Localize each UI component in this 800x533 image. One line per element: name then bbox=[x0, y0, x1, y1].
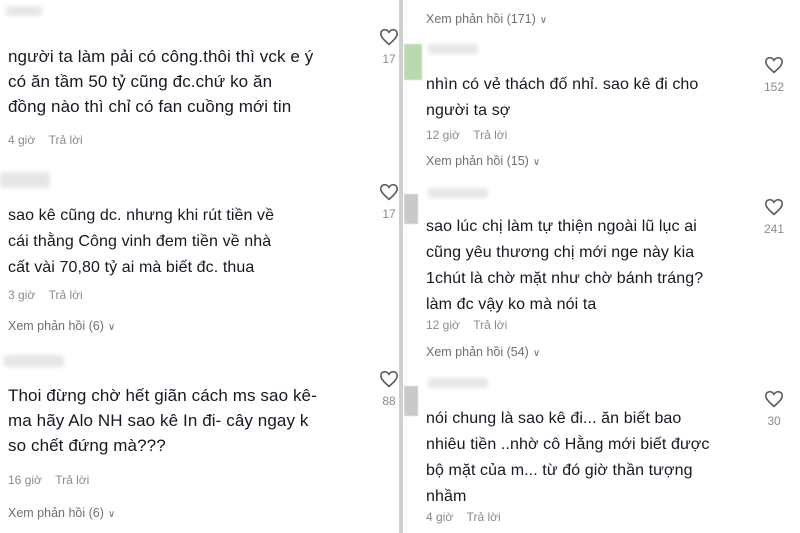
like-count: 152 bbox=[763, 80, 785, 94]
avatar[interactable] bbox=[404, 194, 418, 224]
redacted-username bbox=[6, 6, 42, 16]
redacted-username bbox=[428, 188, 488, 198]
redacted-avatar bbox=[0, 172, 50, 188]
comment-time: 4 giờ bbox=[8, 133, 36, 147]
comment-meta: 4 giờ Trả lời bbox=[8, 133, 83, 147]
like-button[interactable]: 152 bbox=[756, 56, 792, 94]
view-replies-label: Xem phản hồi (15) bbox=[426, 154, 529, 168]
view-replies-button[interactable]: Xem phản hồi (54) ∨ bbox=[426, 345, 540, 359]
comment-meta: 4 giờ Trả lời bbox=[426, 510, 501, 524]
panel-divider bbox=[399, 0, 403, 533]
like-button[interactable]: 17 bbox=[374, 28, 398, 66]
right-comment-panel: Xem phản hồi (171) ∨ nhìn có vẻ thách đố … bbox=[404, 0, 800, 533]
like-count: 30 bbox=[767, 414, 781, 428]
comment-text: người ta làm pải có công.thôi thì vck e … bbox=[8, 47, 314, 116]
heart-outline-icon bbox=[764, 390, 784, 408]
comment-text: nhìn có vẻ thách đố nhỉ. sao kê đi cho n… bbox=[426, 76, 699, 119]
like-button[interactable]: 17 bbox=[374, 183, 398, 221]
comment-meta: 16 giờ Trả lời bbox=[8, 473, 89, 487]
reply-link[interactable]: Trả lời bbox=[49, 133, 83, 147]
reply-link[interactable]: Trả lời bbox=[473, 128, 507, 142]
view-replies-label: Xem phản hồi (6) bbox=[8, 319, 104, 333]
heart-outline-icon bbox=[379, 370, 398, 388]
redacted-username bbox=[428, 378, 488, 388]
comment-text: sao kê cũng dc. nhưng khi rút tiền về cá… bbox=[8, 207, 275, 276]
like-count: 88 bbox=[382, 394, 396, 408]
comment-text: nói chung là sao kê đi... ăn biết bao nh… bbox=[426, 410, 710, 505]
heart-outline-icon bbox=[764, 198, 784, 216]
view-replies-label: Xem phản hồi (54) bbox=[426, 345, 529, 359]
comment-meta: 12 giờ Trả lời bbox=[426, 128, 507, 142]
comment-time: 12 giờ bbox=[426, 318, 460, 332]
comment-time: 16 giờ bbox=[8, 473, 42, 487]
like-button[interactable]: 30 bbox=[756, 390, 792, 428]
heart-outline-icon bbox=[764, 56, 784, 74]
view-replies-label: Xem phản hồi (171) bbox=[426, 12, 536, 26]
view-replies-button[interactable]: Xem phản hồi (6) ∨ bbox=[8, 319, 115, 333]
like-count: 17 bbox=[382, 52, 396, 66]
avatar[interactable] bbox=[404, 44, 422, 80]
view-replies-label: Xem phản hồi (6) bbox=[8, 506, 104, 520]
chevron-down-icon: ∨ bbox=[532, 157, 541, 168]
chevron-down-icon: ∨ bbox=[107, 322, 116, 333]
chevron-down-icon: ∨ bbox=[107, 509, 116, 520]
comment-time: 4 giờ bbox=[426, 510, 454, 524]
reply-link[interactable]: Trả lời bbox=[55, 473, 89, 487]
comment-time: 12 giờ bbox=[426, 128, 460, 142]
like-count: 17 bbox=[382, 207, 396, 221]
comment-text: sao lúc chị làm tự thiện ngoài lũ lục ai… bbox=[426, 218, 704, 313]
comment-meta: 12 giờ Trả lời bbox=[426, 318, 507, 332]
redacted-username bbox=[428, 44, 478, 54]
comment-time: 3 giờ bbox=[8, 288, 36, 302]
reply-link[interactable]: Trả lời bbox=[473, 318, 507, 332]
like-button[interactable]: 88 bbox=[374, 370, 398, 408]
view-replies-button[interactable]: Xem phản hồi (6) ∨ bbox=[8, 506, 115, 520]
like-count: 241 bbox=[763, 222, 785, 236]
view-replies-button[interactable]: Xem phản hồi (171) ∨ bbox=[426, 12, 547, 26]
heart-outline-icon bbox=[379, 183, 398, 201]
chevron-down-icon: ∨ bbox=[532, 348, 541, 359]
view-replies-button[interactable]: Xem phản hồi (15) ∨ bbox=[426, 154, 540, 168]
like-button[interactable]: 241 bbox=[756, 198, 792, 236]
avatar[interactable] bbox=[404, 386, 418, 416]
reply-link[interactable]: Trả lời bbox=[467, 510, 501, 524]
redacted-username bbox=[4, 355, 64, 367]
comment-meta: 3 giờ Trả lời bbox=[8, 288, 83, 302]
reply-link[interactable]: Trả lời bbox=[49, 288, 83, 302]
left-comment-panel: người ta làm pải có công.thôi thì vck e … bbox=[0, 0, 398, 533]
comment-text: Thoi đừng chờ hết giãn cách ms sao kê- m… bbox=[8, 386, 317, 455]
chevron-down-icon: ∨ bbox=[539, 15, 548, 26]
heart-outline-icon bbox=[379, 28, 398, 46]
